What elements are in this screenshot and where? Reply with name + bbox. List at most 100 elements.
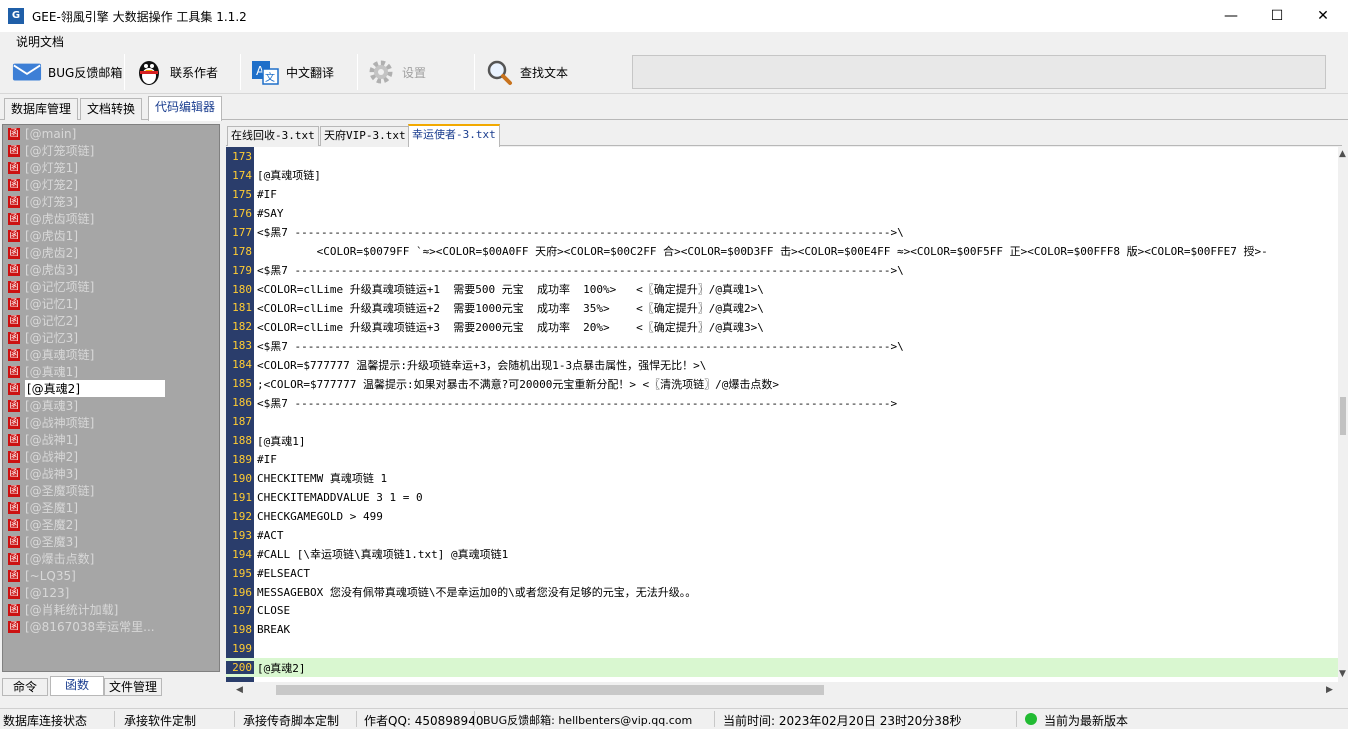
tab-code-editor[interactable]: 代码编辑器: [148, 96, 223, 121]
code-line[interactable]: 193 #ACT: [226, 526, 1338, 545]
file-tab[interactable]: 在线回收-3.txt: [227, 126, 319, 146]
contact-author-button[interactable]: 联系作者: [134, 54, 218, 90]
function-list-item[interactable]: 函 [@圣魔3]: [3, 533, 219, 550]
maximize-button[interactable]: ☐: [1254, 0, 1300, 32]
function-list-item[interactable]: 函 [~LQ35]: [3, 567, 219, 584]
code-line[interactable]: 182 <COLOR=clLime 升级真魂项链运+3 需要2000元宝 成功率 …: [226, 317, 1338, 336]
code-line[interactable]: 189 #IF: [226, 450, 1338, 469]
function-list-item[interactable]: 函 [@虎齿2]: [3, 244, 219, 261]
scroll-right-icon[interactable]: ▶: [1326, 685, 1333, 695]
function-list-item[interactable]: 函 [@记忆项链]: [3, 278, 219, 295]
function-icon: 函: [8, 603, 20, 616]
code-line[interactable]: 195 #ELSEACT: [226, 564, 1338, 583]
function-list-item[interactable]: 函 [@灯笼1]: [3, 159, 219, 176]
code-line[interactable]: 186 <$黑7 --------------------------------…: [226, 393, 1338, 412]
function-list-item[interactable]: 函 [@真魂3]: [3, 397, 219, 414]
function-list-item[interactable]: 函 [@爆击点数]: [3, 550, 219, 567]
code-line[interactable]: 196 MESSAGEBOX 您没有佩带真魂项链\不是幸运加0的\或者您没有足够的…: [226, 583, 1338, 602]
function-list-item[interactable]: 函 [@记忆3]: [3, 329, 219, 346]
code-line[interactable]: 178 <COLOR=$0079FF `≈><COLOR=$00A0FF 天府>…: [226, 242, 1338, 261]
code-line[interactable]: 200 [@真魂2]: [226, 658, 1338, 678]
function-list-item[interactable]: 函 [@虎齿项链]: [3, 210, 219, 227]
code-line[interactable]: 188 [@真魂1]: [226, 431, 1338, 450]
function-list-item[interactable]: 函 [@记忆1]: [3, 295, 219, 312]
code-line[interactable]: 192 CHECKGAMEGOLD > 499: [226, 507, 1338, 526]
menu-docs[interactable]: 说明文档: [16, 33, 64, 50]
function-list-item[interactable]: 函 [@圣魔2]: [3, 516, 219, 533]
function-list-item[interactable]: 函 [@真魂项链]: [3, 346, 219, 363]
code-line[interactable]: 198 BREAK: [226, 620, 1338, 639]
function-list-item[interactable]: 函 [@战神2]: [3, 448, 219, 465]
code-line[interactable]: 173: [226, 147, 1338, 166]
code-line[interactable]: 199: [226, 639, 1338, 658]
function-list-item[interactable]: 函 [@8167038幸运常里...: [3, 618, 219, 635]
settings-button[interactable]: 设置: [366, 54, 426, 90]
contact-author-label: 联系作者: [170, 65, 219, 80]
code-line[interactable]: 175 #IF: [226, 185, 1338, 204]
code-line[interactable]: 181 <COLOR=clLime 升级真魂项链运+2 需要1000元宝 成功率 …: [226, 299, 1338, 318]
status-ok-icon: [1025, 713, 1037, 725]
code-editor[interactable]: 173 174 [@真魂项链] 175 #IF 176 #SAY 177 <$黑7 ------…: [226, 147, 1338, 682]
function-list-item[interactable]: 函 [@战神项链]: [3, 414, 219, 431]
code-line[interactable]: 185 ;<COLOR=$777777 温馨提示:如果对暴击不满意?可20000元…: [226, 374, 1338, 393]
tab-file-manager[interactable]: 文件管理: [104, 678, 162, 696]
function-list-item[interactable]: 函 [@真魂2]: [3, 380, 219, 397]
tab-commands[interactable]: 命令: [2, 678, 48, 696]
code-line[interactable]: 187: [226, 412, 1338, 431]
code-line[interactable]: 179 <$黑7 --------------------------------…: [226, 261, 1338, 280]
code-line[interactable]: 180 <COLOR=clLime 升级真魂项链运+1 需要500 元宝 成功率 …: [226, 280, 1338, 299]
function-icon: 函: [8, 399, 20, 412]
function-icon: 函: [8, 535, 20, 548]
code-line[interactable]: 191 CHECKITEMADDVALUE 3 1 = 0: [226, 488, 1338, 507]
code-line[interactable]: 174 [@真魂项链]: [226, 166, 1338, 185]
tab-document-convert[interactable]: 文档转换: [80, 98, 143, 120]
function-list-item[interactable]: 函 [@战神1]: [3, 431, 219, 448]
horizontal-scrollbar[interactable]: ◀ ▶: [226, 682, 1338, 698]
code-line[interactable]: 190 CHECKITEMW 真魂项链 1: [226, 469, 1338, 488]
tab-functions[interactable]: 函数: [50, 676, 104, 696]
function-list-label: [@8167038幸运常里...: [25, 620, 155, 634]
function-list-label: [@记忆2]: [25, 314, 78, 328]
function-list-item[interactable]: 函 [@肖耗统计加载]: [3, 601, 219, 618]
function-list-item[interactable]: 函 [@圣魔项链]: [3, 482, 219, 499]
function-list-item[interactable]: 函 [@main]: [3, 125, 219, 142]
code-line[interactable]: 177 <$黑7 --------------------------------…: [226, 223, 1338, 242]
scroll-up-icon[interactable]: ▲: [1339, 149, 1346, 159]
search-input[interactable]: [632, 55, 1326, 89]
version-status: 当前为最新版本: [1044, 714, 1129, 728]
translate-label: 中文翻译: [286, 65, 335, 80]
scroll-down-icon[interactable]: ▼: [1339, 669, 1346, 679]
function-list[interactable]: 函 [@main] 函 [@灯笼项链] 函 [@灯笼1] 函 [@灯笼2] 函 [@灯笼3] 函 [@…: [2, 124, 220, 672]
scroll-left-icon[interactable]: ◀: [236, 685, 243, 695]
vertical-scrollbar[interactable]: ▲ ▼: [1338, 147, 1348, 682]
tab-database-manager[interactable]: 数据库管理: [4, 98, 79, 120]
minimize-button[interactable]: —: [1208, 0, 1254, 32]
function-list-label: [@真魂2]: [25, 380, 165, 397]
code-line[interactable]: 197 CLOSE: [226, 602, 1338, 621]
file-tab-active[interactable]: 幸运使者-3.txt: [408, 124, 500, 147]
file-tab[interactable]: 天府VIP-3.txt: [320, 126, 410, 146]
function-list-item[interactable]: 函 [@记忆2]: [3, 312, 219, 329]
bug-mail-button[interactable]: BUG反馈邮箱: [12, 54, 122, 90]
code-line[interactable]: 183 <$黑7 --------------------------------…: [226, 336, 1338, 355]
horizontal-scroll-thumb[interactable]: [276, 685, 824, 695]
close-button[interactable]: ✕: [1300, 0, 1346, 32]
function-list-item[interactable]: 函 [@虎齿1]: [3, 227, 219, 244]
find-text-button[interactable]: 查找文本: [484, 54, 568, 90]
code-line[interactable]: 184 <COLOR=$777777 温馨提示:升级项链幸运+3，会随机出现1-3…: [226, 355, 1338, 374]
function-list-item[interactable]: 函 [@灯笼3]: [3, 193, 219, 210]
function-list-item[interactable]: 函 [@真魂1]: [3, 363, 219, 380]
code-line[interactable]: 176 #SAY: [226, 204, 1338, 223]
translate-button[interactable]: A文 中文翻译: [250, 54, 334, 90]
function-icon: 函: [8, 314, 20, 327]
function-list-item[interactable]: 函 [@虎齿3]: [3, 261, 219, 278]
vertical-scroll-thumb[interactable]: [1340, 397, 1346, 435]
function-list-item[interactable]: 函 [@灯笼2]: [3, 176, 219, 193]
function-list-item[interactable]: 函 [@圣魔1]: [3, 499, 219, 516]
function-icon: 函: [8, 467, 20, 480]
function-list-item[interactable]: 函 [@灯笼项链]: [3, 142, 219, 159]
function-list-item[interactable]: 函 [@战神3]: [3, 465, 219, 482]
function-icon: 函: [8, 348, 20, 361]
code-line[interactable]: 194 #CALL [\幸运项链\真魂项链1.txt] @真魂项链1: [226, 545, 1338, 564]
function-list-item[interactable]: 函 [@123]: [3, 584, 219, 601]
